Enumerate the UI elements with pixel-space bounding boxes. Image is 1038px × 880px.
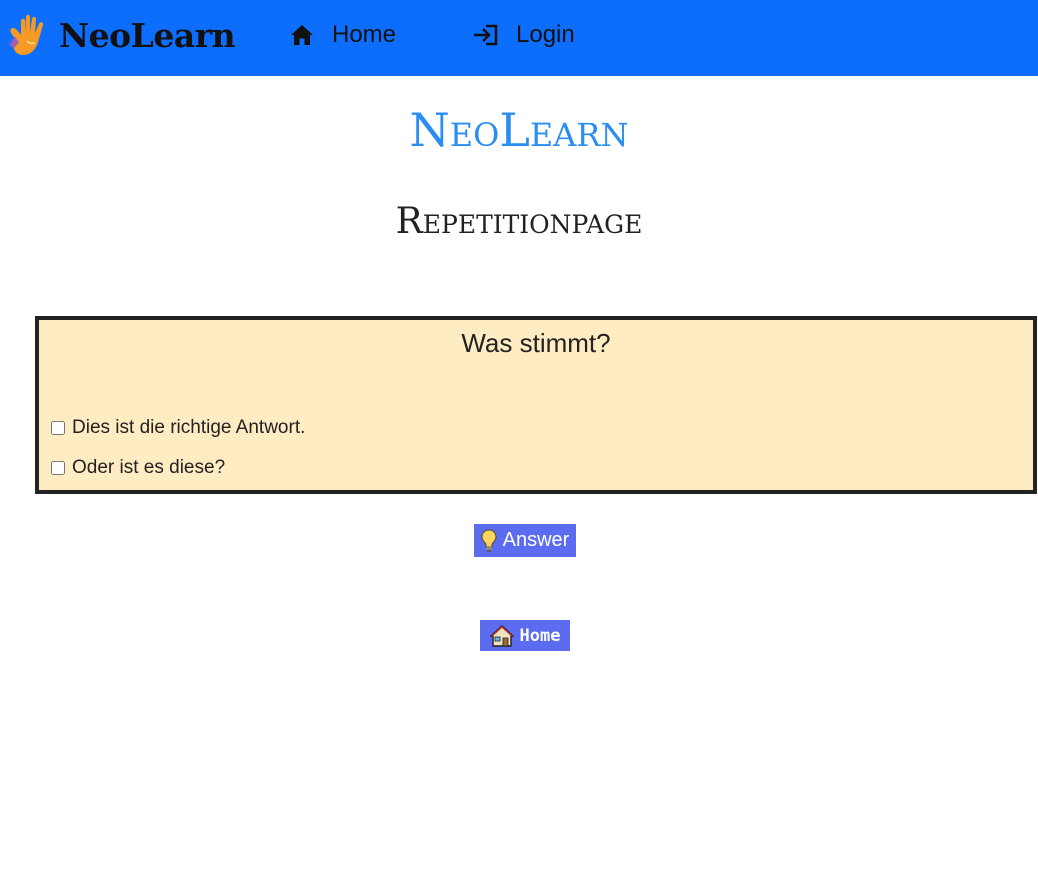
answer-button-label: Answer xyxy=(502,529,570,551)
answer-checkbox-2[interactable] xyxy=(51,461,65,475)
answer-option-1-label: Dies ist die richtige Antwort. xyxy=(72,417,306,438)
page-title: Repetitionpage xyxy=(395,201,643,242)
brand-name: NeoLearn xyxy=(59,15,236,55)
answer-checkbox-1[interactable] xyxy=(51,421,65,435)
site-title: NeoLearn xyxy=(409,103,629,157)
question-text: Was stimmt? xyxy=(461,328,611,358)
hand-logo-icon xyxy=(9,14,44,55)
home-button-label: Home xyxy=(519,625,561,646)
answer-option-2[interactable]: Oder ist es diese? xyxy=(49,455,225,481)
nav-login-link[interactable]: Login xyxy=(472,18,575,52)
nav-home-link[interactable]: Home xyxy=(290,18,396,52)
answer-option-1[interactable]: Dies ist die richtige Antwort. xyxy=(49,415,305,441)
brand-link[interactable]: NeoLearn xyxy=(5,10,236,60)
house-icon xyxy=(489,624,514,647)
nav-login-label: Login xyxy=(516,21,575,48)
answer-button[interactable]: Answer xyxy=(474,524,576,557)
answer-option-2-label: Oder ist es diese? xyxy=(72,457,226,478)
login-icon xyxy=(474,24,498,46)
question-card: Was stimmt? Dies ist die richtige Antwor… xyxy=(35,316,1037,494)
top-navbar: NeoLearn Home Login xyxy=(0,0,1038,76)
home-button[interactable]: Home xyxy=(480,620,570,651)
nav-home-label: Home xyxy=(332,21,397,48)
home-icon xyxy=(291,25,313,45)
lightbulb-icon xyxy=(481,528,497,552)
